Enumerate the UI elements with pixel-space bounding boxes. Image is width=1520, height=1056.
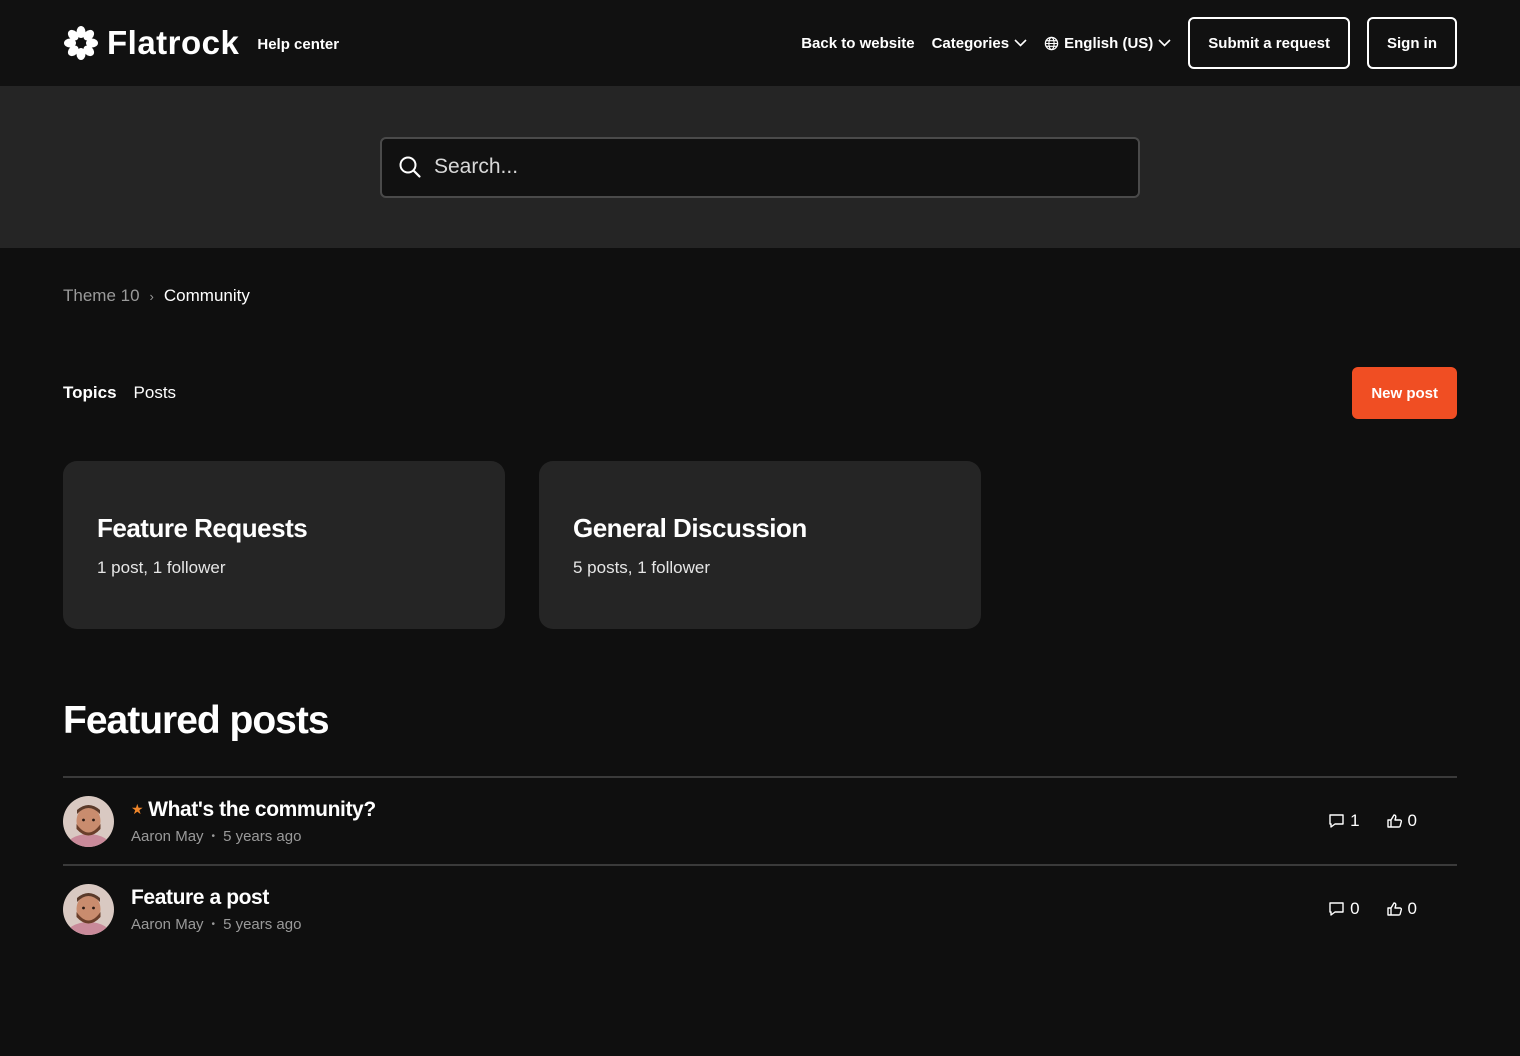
topic-meta: 1 post, 1 follower — [97, 558, 226, 577]
language-dropdown[interactable]: English (US) — [1044, 35, 1171, 52]
post-time: 5 years ago — [223, 827, 302, 845]
categories-label: Categories — [931, 34, 1010, 52]
thumbs-up-icon — [1386, 814, 1402, 828]
featured-posts-heading: Featured posts — [63, 699, 330, 742]
new-post-button[interactable]: New post — [1352, 367, 1457, 419]
post-meta: Aaron May • 5 years ago — [131, 916, 1457, 933]
post-title-link[interactable]: ★ What's the community? — [131, 798, 1457, 822]
topic-card-feature-requests[interactable]: Feature Requests 1 post, 1 follower — [63, 461, 505, 629]
meta-separator: • — [211, 918, 216, 930]
tab-posts[interactable]: Posts — [134, 383, 177, 403]
topic-title: Feature Requests — [97, 513, 308, 543]
vote-count: 0 — [1386, 899, 1417, 919]
tab-topics[interactable]: Topics — [63, 383, 117, 403]
vote-count-value: 0 — [1407, 899, 1417, 918]
meta-separator: • — [211, 830, 216, 842]
topic-cards: Feature Requests 1 post, 1 follower Gene… — [63, 461, 1015, 629]
post-title: What's the community? — [148, 797, 376, 821]
topic-title: General Discussion — [573, 513, 807, 543]
post-body: ★ What's the community? Aaron May • 5 ye… — [131, 798, 1457, 845]
chevron-down-icon — [1014, 39, 1027, 47]
comment-count-value: 0 — [1350, 899, 1360, 918]
back-to-website-link[interactable]: Back to website — [801, 35, 914, 52]
brand[interactable]: Flatrock Help center — [63, 24, 339, 62]
categories-dropdown[interactable]: Categories — [932, 35, 1028, 52]
list-item: Feature a post Aaron May • 5 years ago 0… — [63, 864, 1457, 952]
post-meta: Aaron May • 5 years ago — [131, 828, 1457, 845]
comment-icon — [1329, 902, 1344, 916]
globe-icon — [1044, 36, 1059, 50]
top-nav: Back to website Categories English (US) … — [784, 17, 1457, 69]
post-time: 5 years ago — [223, 915, 302, 933]
back-to-website-label: Back to website — [801, 34, 915, 52]
post-author: Aaron May — [131, 827, 204, 845]
list-item: ★ What's the community? Aaron May • 5 ye… — [63, 776, 1457, 864]
search-icon — [399, 156, 421, 178]
chevron-down-icon — [1158, 39, 1171, 47]
topic-meta: 5 posts, 1 follower — [573, 558, 711, 577]
avatar[interactable] — [63, 795, 114, 847]
language-label: English (US) — [1064, 34, 1154, 52]
sign-in-button[interactable]: Sign in — [1367, 17, 1457, 69]
post-title-link[interactable]: Feature a post — [131, 886, 1457, 910]
search-input[interactable] — [434, 155, 1122, 179]
vote-count: 0 — [1386, 811, 1417, 831]
post-body: Feature a post Aaron May • 5 years ago — [131, 886, 1457, 933]
site-header: Flatrock Help center Back to website Cat… — [0, 0, 1520, 86]
comment-count: 0 — [1328, 899, 1360, 919]
breadcrumb: Theme 10 › Community — [63, 286, 250, 306]
post-author: Aaron May — [131, 915, 204, 933]
vote-count-value: 0 — [1407, 811, 1417, 830]
flower-logo-icon — [63, 25, 99, 61]
submit-request-button[interactable]: Submit a request — [1188, 17, 1350, 69]
help-center-label: Help center — [257, 36, 340, 53]
topic-card-general-discussion[interactable]: General Discussion 5 posts, 1 follower — [539, 461, 981, 629]
star-icon: ★ — [131, 801, 144, 817]
community-tabs: Topics Posts — [63, 383, 193, 403]
breadcrumb-separator: › — [149, 288, 154, 304]
community-toolbar: Topics Posts New post — [63, 367, 1457, 419]
avatar[interactable] — [63, 883, 114, 935]
post-stats: 1 0 — [1302, 811, 1417, 831]
breadcrumb-current: Community — [163, 286, 250, 305]
breadcrumb-link-theme[interactable]: Theme 10 — [63, 286, 140, 306]
comment-count-value: 1 — [1350, 811, 1360, 830]
search-hero — [0, 86, 1520, 248]
thumbs-up-icon — [1386, 902, 1402, 916]
comment-count: 1 — [1328, 811, 1360, 831]
logo-text: Flatrock — [107, 24, 240, 61]
search-box[interactable] — [380, 136, 1140, 198]
post-title: Feature a post — [131, 885, 269, 909]
post-stats: 0 0 — [1302, 899, 1417, 919]
comment-icon — [1329, 814, 1344, 828]
featured-post-list: ★ What's the community? Aaron May • 5 ye… — [63, 776, 1457, 952]
